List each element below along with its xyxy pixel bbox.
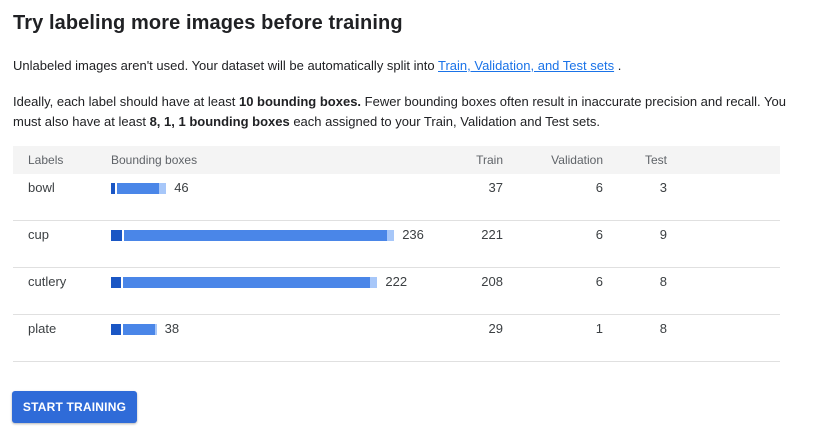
table-row: plate 38 29 1 8 — [13, 315, 780, 362]
row-validation: 6 — [595, 227, 603, 242]
row-test: 9 — [659, 227, 667, 242]
header-validation: Validation — [551, 153, 603, 167]
bar-segment-train — [120, 277, 371, 288]
row-label: plate — [28, 321, 57, 336]
row-validation: 6 — [595, 274, 603, 289]
bar-gap — [114, 183, 117, 194]
bar-segment-test — [111, 277, 121, 288]
header-train: Train — [476, 153, 503, 167]
guidance-b1: 10 bounding boxes. — [238, 94, 362, 109]
page-title: Try labeling more images before training — [13, 12, 403, 34]
row-label: cutlery — [28, 274, 67, 289]
table-row: cutlery 222 208 6 8 — [13, 268, 780, 315]
start-training-button[interactable]: START TRAINING — [12, 391, 137, 423]
label-stats-table: Labels Bounding boxes Train Validation T… — [13, 146, 780, 362]
intro-text: Unlabeled images aren't used. Your datas… — [13, 56, 803, 75]
guidance-t3: each assigned to your Train, Validation … — [289, 114, 600, 129]
row-train: 37 — [488, 180, 503, 195]
bounding-box-count: 222 — [385, 274, 408, 289]
guidance-text: Ideally, each label should have at least… — [13, 92, 803, 132]
row-train: 208 — [481, 274, 503, 289]
bar-segment-train — [121, 230, 387, 241]
bar-segment-validation — [387, 230, 395, 241]
guidance-b2: 8, 1, 1 bounding boxes — [149, 114, 290, 129]
row-label: cup — [28, 227, 49, 242]
bar-gap — [120, 277, 123, 288]
bar-gap — [120, 324, 123, 335]
header-bounding-boxes: Bounding boxes — [111, 153, 198, 167]
bar-segment-train — [114, 183, 159, 194]
bar-segment-test — [111, 324, 121, 335]
bounding-box-count: 236 — [402, 227, 424, 242]
row-validation: 6 — [595, 180, 603, 195]
bar-segment-validation — [370, 277, 378, 288]
intro-text-before: Unlabeled images aren't used. Your datas… — [13, 58, 438, 73]
table-header: Labels Bounding boxes Train Validation T… — [13, 146, 780, 174]
row-label: bowl — [28, 180, 55, 195]
intro-text-after: . — [614, 58, 622, 73]
guidance-t1: Ideally, each label should have at least — [13, 94, 239, 109]
row-train: 221 — [481, 227, 503, 242]
dataset-split-link[interactable]: Train, Validation, and Test sets — [438, 58, 614, 73]
row-validation: 1 — [595, 321, 603, 336]
bounding-box-count: 46 — [174, 180, 189, 195]
bar-segment-validation — [159, 183, 167, 194]
row-test: 8 — [659, 321, 667, 336]
bar-segment-test — [111, 230, 122, 241]
bounding-box-count: 38 — [164, 321, 180, 336]
row-train: 29 — [488, 321, 503, 336]
bar-segment-validation — [155, 324, 157, 335]
row-test: 8 — [659, 274, 667, 289]
header-test: Test — [644, 153, 667, 167]
header-labels: Labels — [28, 153, 64, 167]
table-row: cup 236 221 6 9 — [13, 221, 780, 268]
row-test: 3 — [659, 180, 667, 195]
table-row: bowl 46 37 6 3 — [13, 174, 780, 221]
bar-segment-train — [120, 324, 156, 335]
bar-gap — [121, 230, 124, 241]
